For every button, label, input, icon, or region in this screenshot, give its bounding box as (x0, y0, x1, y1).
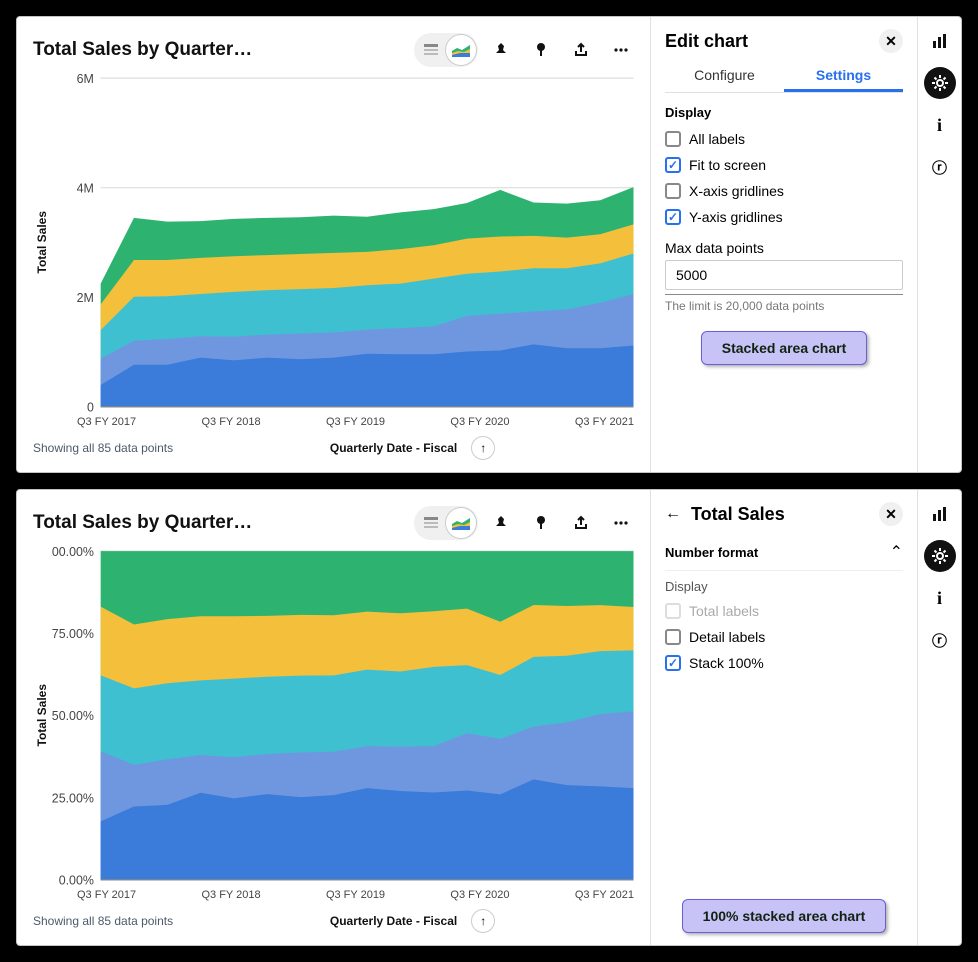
more-button[interactable] (604, 506, 638, 540)
svg-text:25.00%: 25.00% (52, 790, 94, 805)
table-view-button[interactable] (416, 35, 446, 65)
explore-button[interactable] (524, 33, 558, 67)
right-rail: i ⓡ (917, 490, 961, 945)
display-section: Display (665, 105, 903, 120)
checkbox-label: X-axis gridlines (689, 183, 784, 199)
pin-button[interactable] (484, 506, 518, 540)
rail-chart-icon[interactable] (924, 25, 956, 57)
svg-text:6M: 6M (77, 71, 94, 86)
rail-r-icon[interactable]: ⓡ (924, 624, 956, 656)
tab-settings[interactable]: Settings (784, 61, 903, 92)
checkbox-total-labels: Total labels (665, 603, 903, 619)
svg-text:0: 0 (87, 399, 94, 414)
rail-settings-icon[interactable] (924, 67, 956, 99)
number-format-section[interactable]: Number format ⌃ (665, 534, 903, 571)
max-points-helper: The limit is 20,000 data points (665, 294, 903, 313)
chart-title: Total Sales by Quarter a… (33, 512, 253, 534)
svg-text:75.00%: 75.00% (52, 626, 94, 641)
checkbox-fit-to-screen[interactable]: Fit to screen (665, 157, 903, 173)
panel-title: Total Sales (691, 504, 785, 525)
checkbox-label: All labels (689, 131, 745, 147)
sort-button[interactable]: ↑ (471, 436, 495, 460)
rail-info-icon[interactable]: i (924, 109, 956, 141)
sort-button[interactable]: ↑ (471, 909, 495, 933)
chart-area: Total Sales by Quarter a… (17, 490, 651, 945)
chart-title: Total Sales by Quarter a… (33, 39, 253, 61)
chart-canvas[interactable]: 0 2M 4M 6M (51, 71, 638, 414)
pin-button[interactable] (484, 33, 518, 67)
x-ticks: Q3 FY 2017Q3 FY 2018Q3 FY 2019Q3 FY 2020… (33, 889, 638, 901)
chevron-up-icon: ⌃ (890, 542, 903, 562)
data-points-note: Showing all 85 data points (33, 441, 173, 455)
tab-configure[interactable]: Configure (665, 61, 784, 92)
chart-view-button[interactable] (446, 35, 476, 65)
rail-settings-icon[interactable] (924, 540, 956, 572)
max-points-label: Max data points (665, 240, 903, 256)
checkbox-stack-100[interactable]: Stack 100% (665, 655, 903, 671)
max-points-input[interactable] (665, 260, 903, 290)
chart-toolbar (414, 506, 638, 540)
checkbox-detail-labels[interactable]: Detail labels (665, 629, 903, 645)
rail-r-icon[interactable]: ⓡ (924, 151, 956, 183)
callout-badge: 100% stacked area chart (682, 899, 887, 933)
chart-canvas[interactable]: 0.00% 25.00% 50.00% 75.00% 100.00% (51, 544, 638, 887)
y-axis-label: Total Sales (33, 684, 51, 746)
explore-button[interactable] (524, 506, 558, 540)
close-button[interactable]: ✕ (879, 29, 903, 53)
close-button[interactable]: ✕ (879, 502, 903, 526)
svg-text:0.00%: 0.00% (59, 872, 94, 887)
section-label: Number format (665, 545, 758, 560)
y-axis-label: Total Sales (33, 211, 51, 273)
right-rail: i ⓡ (917, 17, 961, 472)
panel-stacked-area: Total Sales by Quarter a… (16, 16, 962, 473)
rail-chart-icon[interactable] (924, 498, 956, 530)
x-axis-label: Quarterly Date - Fiscal (330, 914, 457, 928)
edit-chart-panel: Edit chart ✕ Configure Settings Display … (651, 17, 917, 472)
chart-area: Total Sales by Quarter a… (17, 17, 651, 472)
checkbox-label: Total labels (689, 603, 759, 619)
svg-text:2M: 2M (77, 290, 94, 305)
series-settings-panel: ← Total Sales ✕ Number format ⌃ Display … (651, 490, 917, 945)
view-toggle (414, 506, 478, 540)
svg-text:100.00%: 100.00% (51, 544, 94, 559)
x-ticks: Q3 FY 2017Q3 FY 2018Q3 FY 2019Q3 FY 2020… (33, 416, 638, 428)
rail-info-icon[interactable]: i (924, 582, 956, 614)
back-button[interactable]: ← (665, 505, 681, 523)
checkbox-label: Fit to screen (689, 157, 766, 173)
callout-badge: Stacked area chart (701, 331, 868, 365)
svg-text:4M: 4M (77, 180, 94, 195)
checkbox-label: Stack 100% (689, 655, 764, 671)
chart-view-button[interactable] (446, 508, 476, 538)
checkbox-label: Y-axis gridlines (689, 209, 783, 225)
more-button[interactable] (604, 33, 638, 67)
x-axis-label: Quarterly Date - Fiscal (330, 441, 457, 455)
svg-text:50.00%: 50.00% (52, 708, 94, 723)
view-toggle (414, 33, 478, 67)
checkbox-x-gridlines[interactable]: X-axis gridlines (665, 183, 903, 199)
data-points-note: Showing all 85 data points (33, 914, 173, 928)
share-button[interactable] (564, 506, 598, 540)
checkbox-label: Detail labels (689, 629, 765, 645)
table-view-button[interactable] (416, 508, 446, 538)
panel-100pct-area: Total Sales by Quarter a… (16, 489, 962, 946)
panel-title: Edit chart (665, 31, 748, 52)
checkbox-all-labels[interactable]: All labels (665, 131, 903, 147)
display-subsection: Display (665, 579, 903, 594)
chart-toolbar (414, 33, 638, 67)
checkbox-y-gridlines[interactable]: Y-axis gridlines (665, 209, 903, 225)
panel-tabs: Configure Settings (665, 61, 903, 93)
share-button[interactable] (564, 33, 598, 67)
